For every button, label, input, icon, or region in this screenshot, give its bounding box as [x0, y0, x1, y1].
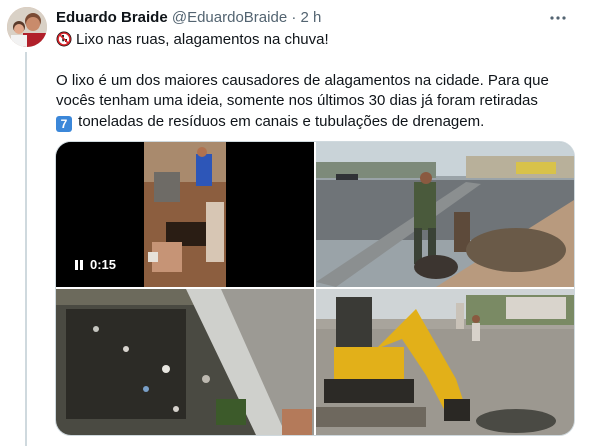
- video-duration: 0:15: [90, 257, 117, 272]
- author-handle[interactable]: @EduardoBraide: [172, 9, 287, 26]
- avatar[interactable]: [7, 7, 47, 47]
- media-photo-3[interactable]: [56, 289, 314, 435]
- tweet-headline: Lixo nas ruas, alagamentos na chuva!: [76, 31, 329, 48]
- tweet-line-4: 7 toneladas de resíduos em canais e tubu…: [56, 112, 576, 133]
- tweet-line-4-text: toneladas de resíduos em canais e tubula…: [78, 112, 485, 130]
- keycap-seven-emoji: 7: [56, 115, 72, 132]
- media-video[interactable]: 0:15: [56, 142, 314, 287]
- tweet[interactable]: Eduardo Braide @EduardoBraide · 2 h Lixo…: [0, 0, 590, 446]
- media-grid: 0:15: [55, 141, 575, 436]
- video-duration-badge: 0:15: [68, 255, 122, 275]
- pause-icon: [75, 260, 83, 270]
- tweet-line-3: vocês tenham uma ideia, somente nos últi…: [56, 92, 538, 109]
- media-photo-2[interactable]: [316, 142, 574, 287]
- thread-line: [25, 52, 27, 446]
- timestamp[interactable]: 2 h: [301, 9, 322, 26]
- tweet-header: Eduardo Braide @EduardoBraide · 2 h: [56, 8, 321, 28]
- separator-dot: ·: [291, 9, 297, 26]
- media-photo-4[interactable]: [316, 289, 574, 435]
- tweet-line-1: Lixo nas ruas, alagamentos na chuva!: [56, 30, 576, 51]
- author-name[interactable]: Eduardo Braide: [56, 9, 168, 26]
- tweet-text: Lixo nas ruas, alagamentos na chuva! O l…: [56, 30, 576, 132]
- no-littering-icon: [56, 31, 72, 47]
- tweet-line-2: O lixo é um dos maiores causadores de al…: [56, 71, 549, 89]
- more-dots-icon[interactable]: [546, 7, 570, 29]
